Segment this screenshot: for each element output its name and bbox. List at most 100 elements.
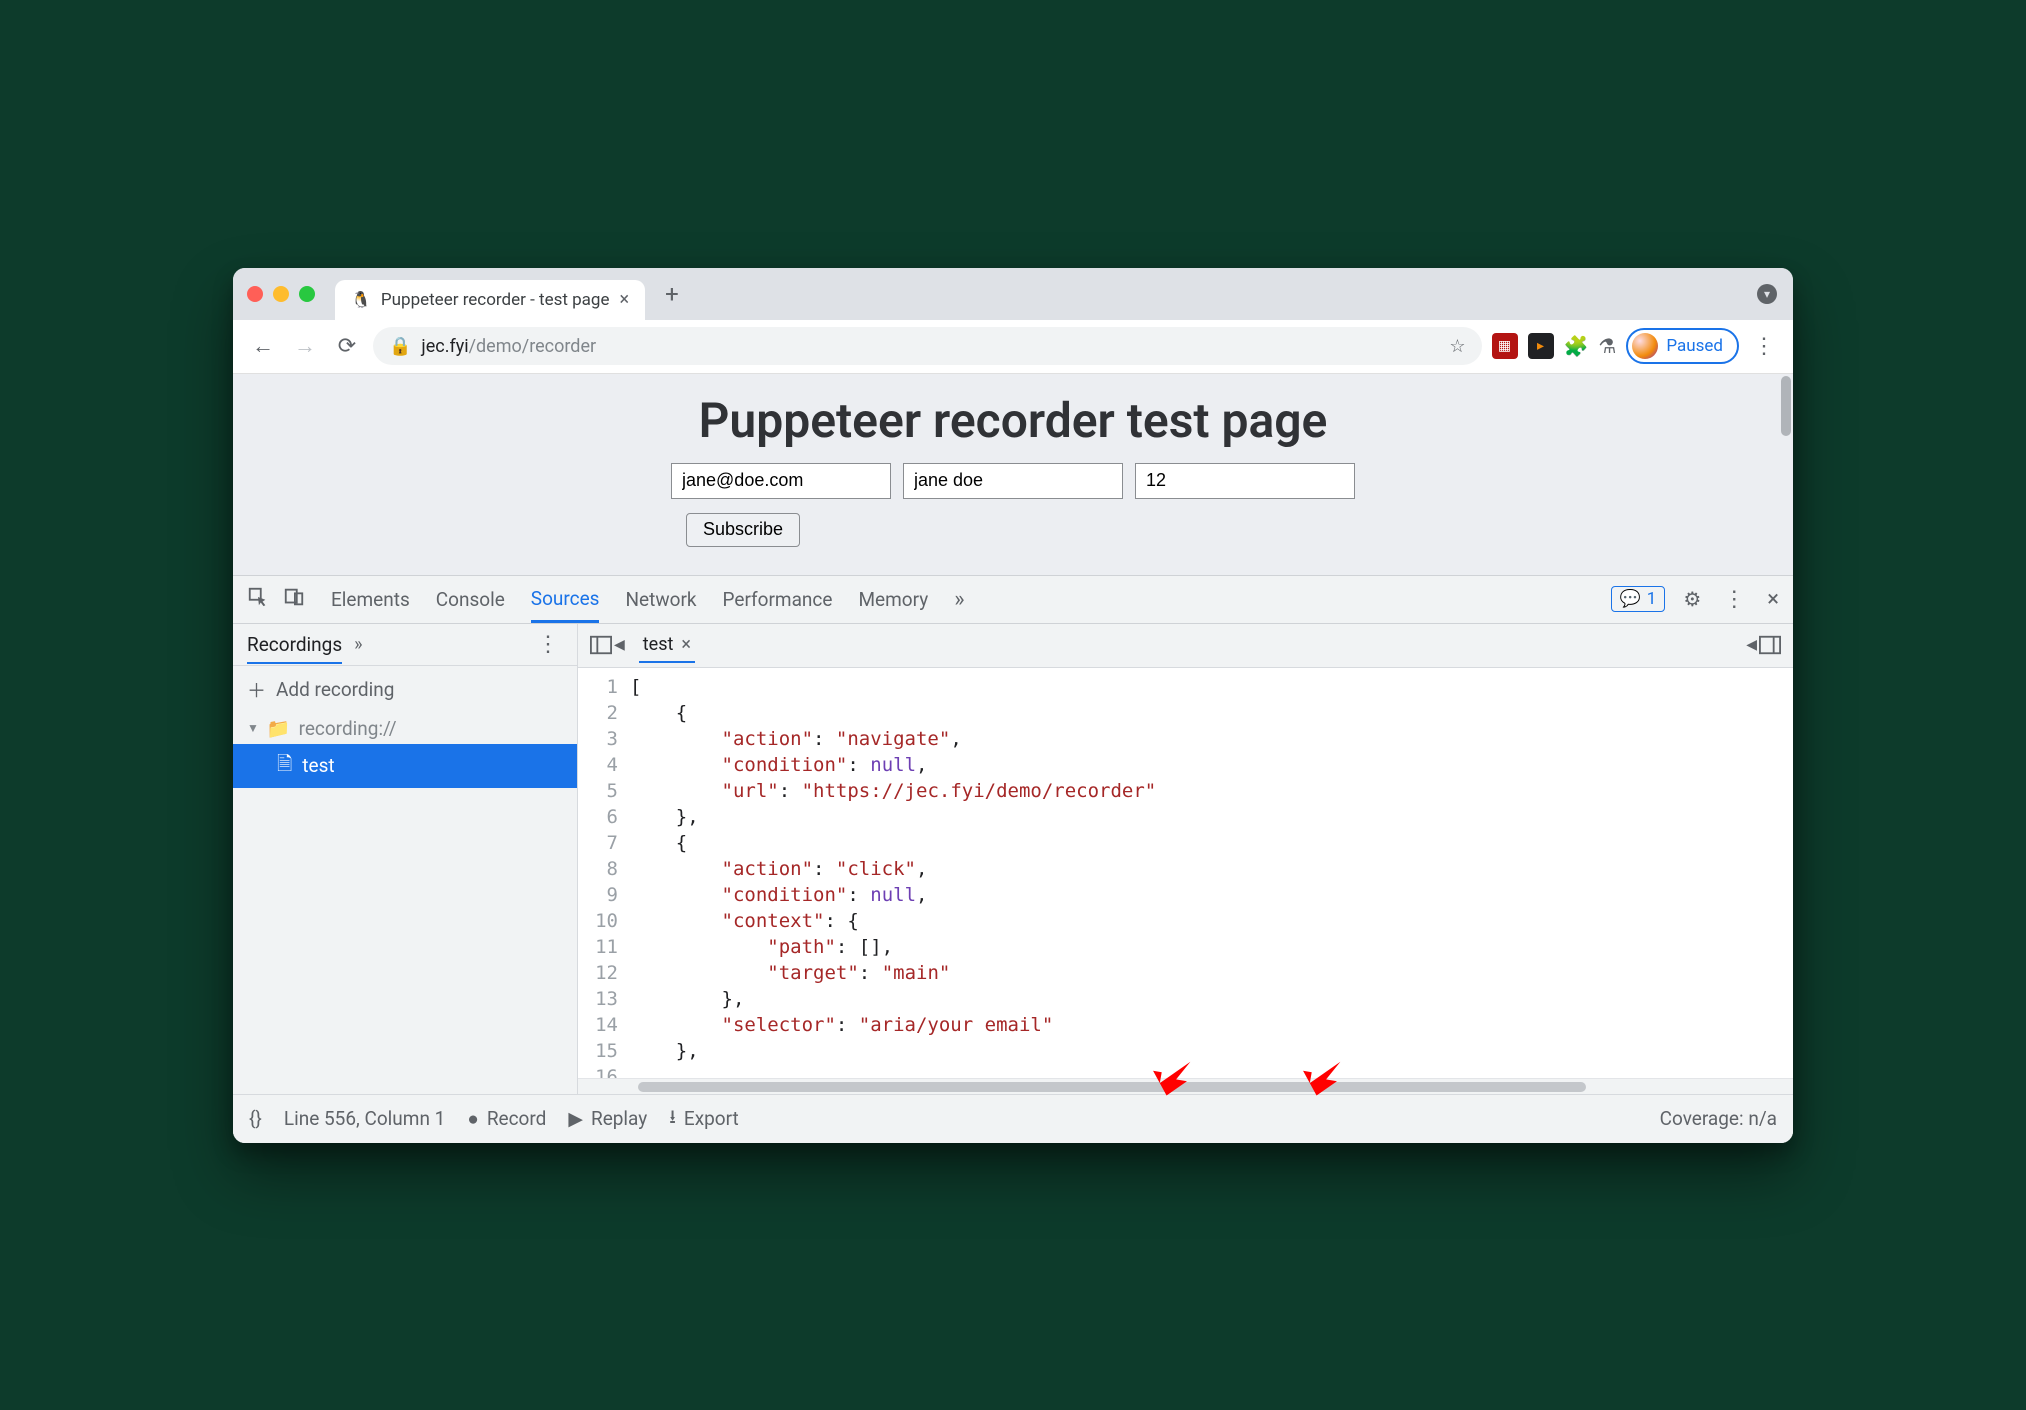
- code-line: "context": {: [630, 908, 1793, 934]
- folder-icon: 📁: [267, 717, 291, 740]
- toggle-navigator-button[interactable]: ◀: [590, 635, 625, 655]
- tab-sources[interactable]: Sources: [531, 587, 600, 623]
- bookmark-star-icon[interactable]: ☆: [1449, 336, 1465, 357]
- tree-file-row[interactable]: 🗎 test: [233, 744, 577, 788]
- line-number: 11: [578, 934, 630, 960]
- play-icon: ▶: [568, 1107, 583, 1130]
- browser-tab[interactable]: 🐧 Puppeteer recorder - test page ×: [335, 280, 645, 320]
- code-line: "selector": "aria/your email": [630, 1012, 1793, 1038]
- devtools-tabstrip: Elements Console Sources Network Perform…: [233, 576, 1793, 624]
- extension-icon-2[interactable]: ▸: [1528, 333, 1554, 359]
- code-line: "target": "main": [630, 960, 1793, 986]
- window-controls: [247, 286, 315, 302]
- code-line: },: [630, 804, 1793, 830]
- editor-area: ◀ test × ◀ 1[2 {3 "action": "navigate",4…: [578, 624, 1793, 1094]
- replay-button[interactable]: ▶ Replay: [568, 1107, 647, 1130]
- disclosure-triangle-icon: ▼: [247, 721, 259, 735]
- line-number: 6: [578, 804, 630, 830]
- maximize-window-button[interactable]: [299, 286, 315, 302]
- sidebar-panel-title[interactable]: Recordings: [247, 633, 342, 664]
- record-label: Record: [487, 1107, 547, 1130]
- age-field[interactable]: [1135, 463, 1355, 499]
- editor-tab[interactable]: test ×: [639, 628, 695, 663]
- line-number: 5: [578, 778, 630, 804]
- page-viewport: Puppeteer recorder test page Subscribe: [233, 374, 1793, 575]
- line-number: 8: [578, 856, 630, 882]
- tab-memory[interactable]: Memory: [858, 588, 928, 611]
- close-editor-tab-button[interactable]: ×: [681, 634, 691, 655]
- close-tab-button[interactable]: ×: [619, 289, 629, 310]
- name-field[interactable]: [903, 463, 1123, 499]
- device-toggle-icon[interactable]: [283, 586, 305, 613]
- code-line: "path": [],: [630, 934, 1793, 960]
- tab-elements[interactable]: Elements: [331, 588, 410, 611]
- email-field[interactable]: [671, 463, 891, 499]
- extensions-puzzle-icon[interactable]: 🧩: [1564, 334, 1589, 358]
- tabs-dropdown-button[interactable]: ▾: [1757, 284, 1777, 304]
- sources-statusbar: {} Line 556, Column 1 ● Record ▶ Replay …: [233, 1094, 1793, 1143]
- message-icon: 💬: [1620, 589, 1641, 609]
- export-button[interactable]: ⭳ Export: [669, 1103, 739, 1135]
- record-button[interactable]: ● Record: [467, 1107, 546, 1131]
- line-number: 7: [578, 830, 630, 856]
- devtools-body: Recordings » ⋮ ＋ Add recording ▼ 📁 recor…: [233, 624, 1793, 1094]
- line-number: 14: [578, 1012, 630, 1038]
- line-number: 10: [578, 908, 630, 934]
- plus-icon: ＋: [247, 676, 266, 703]
- download-icon: ⭳: [669, 1103, 676, 1135]
- sidebar-menu-button[interactable]: ⋮: [533, 632, 563, 657]
- minimize-window-button[interactable]: [273, 286, 289, 302]
- line-number: 13: [578, 986, 630, 1012]
- forward-button: →: [289, 333, 321, 359]
- line-number: 16: [578, 1064, 630, 1078]
- tab-network[interactable]: Network: [625, 588, 696, 611]
- code-line: {: [630, 830, 1793, 856]
- messages-badge[interactable]: 💬 1: [1611, 586, 1666, 612]
- replay-label: Replay: [591, 1107, 647, 1130]
- settings-gear-icon[interactable]: ⚙: [1683, 587, 1701, 611]
- close-window-button[interactable]: [247, 286, 263, 302]
- browser-menu-button[interactable]: ⋮: [1749, 334, 1779, 359]
- address-bar[interactable]: 🔒 jec.fyi/demo/recorder ☆: [373, 327, 1482, 365]
- export-label: Export: [684, 1107, 739, 1130]
- devtools-menu-button[interactable]: ⋮: [1719, 587, 1749, 612]
- toggle-debugger-button[interactable]: ◀: [1746, 635, 1781, 655]
- line-number: 12: [578, 960, 630, 986]
- extension-icon-1[interactable]: ▦: [1492, 333, 1518, 359]
- tree-file-label: test: [302, 754, 334, 777]
- code-line: "url": "https://jec.fyi/demo/recorder": [630, 778, 1793, 804]
- coverage-status: Coverage: n/a: [1660, 1107, 1777, 1130]
- add-recording-button[interactable]: ＋ Add recording: [233, 666, 577, 713]
- back-button[interactable]: ←: [247, 333, 279, 359]
- code-editor[interactable]: 1[2 {3 "action": "navigate",4 "condition…: [578, 668, 1793, 1078]
- tab-console[interactable]: Console: [436, 588, 505, 611]
- sidebar-header: Recordings » ⋮: [233, 624, 577, 666]
- close-devtools-button[interactable]: ×: [1767, 587, 1779, 612]
- form-row: [671, 463, 1355, 499]
- labs-flask-icon[interactable]: ⚗: [1598, 334, 1616, 358]
- profile-chip[interactable]: Paused: [1626, 328, 1739, 364]
- tabs-overflow-button[interactable]: »: [954, 587, 964, 612]
- inspect-element-icon[interactable]: [247, 586, 269, 613]
- format-button[interactable]: {}: [249, 1107, 262, 1130]
- add-recording-label: Add recording: [276, 678, 394, 701]
- page-scrollbar[interactable]: [1781, 376, 1791, 573]
- tree-scheme-row[interactable]: ▼ 📁 recording://: [233, 713, 577, 744]
- avatar: [1632, 333, 1658, 359]
- subscribe-button[interactable]: Subscribe: [686, 513, 800, 547]
- reload-button[interactable]: ⟳: [331, 334, 363, 359]
- browser-toolbar: ← → ⟳ 🔒 jec.fyi/demo/recorder ☆ ▦ ▸ 🧩 ⚗ …: [233, 320, 1793, 374]
- code-line: "action": "navigate",: [630, 726, 1793, 752]
- url-path: /demo/recorder: [469, 336, 597, 357]
- tab-favicon: 🐧: [351, 290, 371, 309]
- code-line: },: [630, 1038, 1793, 1064]
- new-tab-button[interactable]: +: [659, 280, 685, 308]
- line-number: 1: [578, 674, 630, 700]
- code-line: "condition": null,: [630, 882, 1793, 908]
- line-number: 15: [578, 1038, 630, 1064]
- sidebar-overflow-button[interactable]: »: [354, 634, 362, 655]
- code-line: {: [630, 700, 1793, 726]
- tab-performance[interactable]: Performance: [723, 588, 833, 611]
- editor-horizontal-scrollbar[interactable]: [578, 1078, 1793, 1094]
- window-titlebar: 🐧 Puppeteer recorder - test page × + ▾: [233, 268, 1793, 320]
